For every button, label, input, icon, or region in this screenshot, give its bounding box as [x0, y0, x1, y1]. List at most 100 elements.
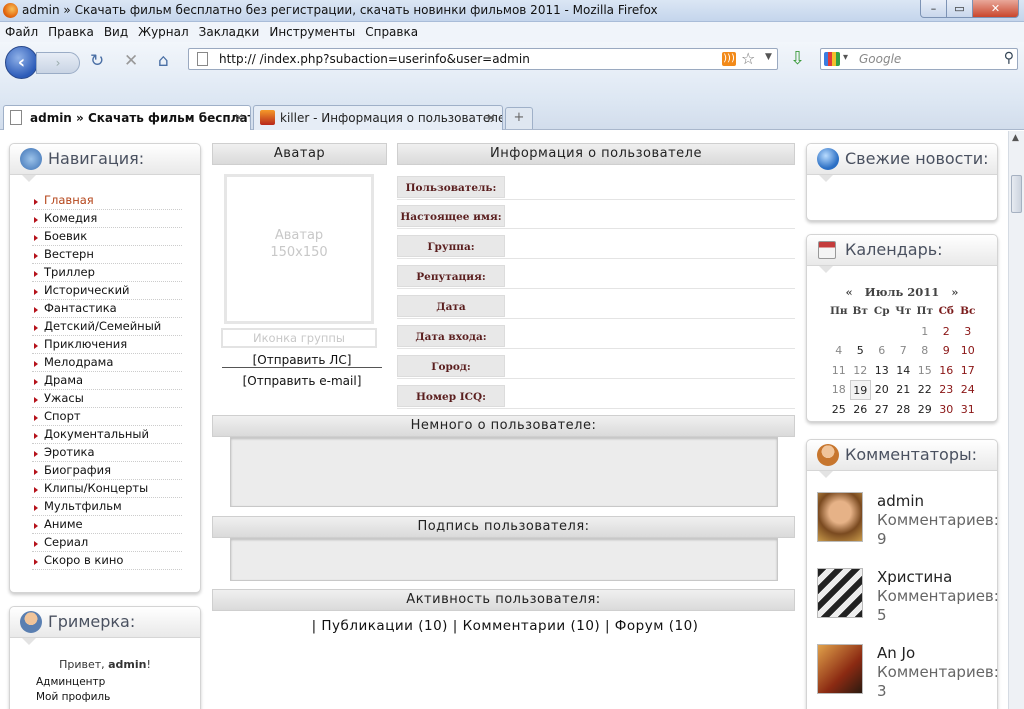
stop-icon[interactable]: ✕: [124, 51, 138, 71]
commenter-name[interactable]: admin: [877, 492, 924, 510]
back-button[interactable]: ‹: [5, 46, 38, 79]
commenter-name[interactable]: An Jo: [877, 644, 915, 662]
calendar-day[interactable]: 18: [828, 380, 850, 400]
nav-link-clips[interactable]: Клипы/Концерты: [32, 480, 182, 498]
nav-link-sport[interactable]: Спорт: [32, 408, 182, 426]
nav-link-horror[interactable]: Ужасы: [32, 390, 182, 408]
nav-link-adventure[interactable]: Приключения: [32, 336, 182, 354]
new-tab-button[interactable]: +: [505, 107, 533, 129]
calendar-day[interactable]: 5: [850, 341, 872, 361]
nav-link-thriller[interactable]: Триллер: [32, 264, 182, 282]
calendar-day[interactable]: 25: [828, 400, 850, 420]
menu-bookmarks[interactable]: Закладки: [199, 25, 260, 39]
close-window-button[interactable]: ✕: [972, 0, 1019, 18]
tab-killer[interactable]: killer - Информация о пользователе ✕: [253, 105, 503, 130]
nav-link-coming-soon[interactable]: Скоро в кино: [32, 552, 182, 570]
calendar-day[interactable]: 27: [871, 400, 893, 420]
calendar-day[interactable]: 13: [871, 361, 893, 381]
reload-icon[interactable]: ↻: [90, 51, 104, 71]
calendar-day[interactable]: 22: [914, 380, 936, 400]
nav-link-scifi[interactable]: Фантастика: [32, 300, 182, 318]
calendar-day[interactable]: 24: [957, 380, 979, 400]
calendar-day[interactable]: 20: [871, 380, 893, 400]
nav-link-historical[interactable]: Исторический: [32, 282, 182, 300]
calendar-day[interactable]: 15: [914, 361, 936, 381]
calendar-day[interactable]: 12: [850, 361, 872, 381]
maximize-button[interactable]: ▭: [946, 0, 973, 18]
calendar-day[interactable]: 19: [849, 380, 871, 400]
nav-link-action[interactable]: Боевик: [32, 228, 182, 246]
nav-link-erotica[interactable]: Эротика: [32, 444, 182, 462]
activity-header: Активность пользователя:: [212, 589, 795, 611]
calendar-next-button[interactable]: »: [951, 285, 958, 299]
send-pm-link[interactable]: [Отправить ЛС]: [222, 353, 382, 368]
activity-links[interactable]: | Публикации (10) | Комментарии (10) | Ф…: [207, 618, 803, 634]
calendar-day[interactable]: 10: [957, 341, 979, 361]
send-email-link[interactable]: [Отправить e-mail]: [222, 374, 382, 388]
commenter-item[interactable]: An Jo Комментариев: 3: [817, 644, 999, 709]
nav-link-documentary[interactable]: Документальный: [32, 426, 182, 444]
nav-link-home[interactable]: Главная: [32, 192, 182, 210]
nav-link-cartoon[interactable]: Мультфильм: [32, 498, 182, 516]
calendar-day[interactable]: 28: [893, 400, 915, 420]
rss-icon[interactable]: ))): [722, 52, 736, 66]
calendar-day[interactable]: 4: [828, 341, 850, 361]
calendar-day[interactable]: 23: [936, 380, 958, 400]
calendar-day[interactable]: 7: [893, 341, 915, 361]
nav-link-melodrama[interactable]: Мелодрама: [32, 354, 182, 372]
url-bar[interactable]: http:// /index.php?subaction=userinfo&us…: [188, 48, 778, 70]
tab-admin[interactable]: admin » Скачать фильм бесплат... ✕: [3, 105, 251, 130]
nav-link-anime[interactable]: Аниме: [32, 516, 182, 534]
calendar-day[interactable]: 26: [850, 400, 872, 420]
nav-link-western[interactable]: Вестерн: [32, 246, 182, 264]
nav-link-series[interactable]: Сериал: [32, 534, 182, 552]
url-dropdown-icon[interactable]: ▼: [765, 52, 772, 62]
menu-file[interactable]: Файл: [5, 25, 38, 39]
scroll-thumb[interactable]: [1011, 175, 1022, 213]
nav-link-comedy[interactable]: Комедия: [32, 210, 182, 228]
calendar-day[interactable]: 1: [914, 322, 936, 342]
admin-center-link[interactable]: Админцентр: [36, 675, 110, 690]
menu-view[interactable]: Вид: [104, 25, 128, 39]
calendar-day[interactable]: 17: [957, 361, 979, 381]
vertical-scrollbar[interactable]: ▲: [1008, 131, 1024, 709]
search-box[interactable]: ▾ Google ⚲: [820, 48, 1018, 70]
menu-tools[interactable]: Инструменты: [269, 25, 355, 39]
menu-edit[interactable]: Правка: [48, 25, 94, 39]
tab-close-icon[interactable]: ✕: [234, 111, 244, 125]
minimize-button[interactable]: –: [920, 0, 947, 18]
calendar-day[interactable]: 31: [957, 400, 979, 420]
url-text[interactable]: http:// /index.php?subaction=userinfo&us…: [219, 52, 530, 66]
download-icon[interactable]: ⇩: [790, 48, 805, 69]
google-icon[interactable]: [824, 52, 840, 66]
calendar-day[interactable]: 11: [828, 361, 850, 381]
menu-history[interactable]: Журнал: [138, 25, 189, 39]
commenter-item[interactable]: admin Комментариев: 9: [817, 492, 999, 562]
home-icon[interactable]: ⌂: [158, 51, 169, 71]
calendar-day[interactable]: 2: [936, 322, 958, 342]
globe-icon: [817, 148, 839, 170]
calendar-day[interactable]: 21: [893, 380, 915, 400]
calendar-day[interactable]: 9: [936, 341, 958, 361]
tab-close-icon[interactable]: ✕: [486, 111, 496, 125]
my-profile-link[interactable]: Мой профиль: [36, 690, 110, 705]
scroll-up-icon[interactable]: ▲: [1012, 133, 1019, 143]
calendar-prev-button[interactable]: «: [846, 285, 853, 299]
commenter-item[interactable]: Христина Комментариев: 5: [817, 568, 999, 638]
search-icon[interactable]: ⚲: [1004, 50, 1014, 66]
calendar-day[interactable]: 3: [957, 322, 979, 342]
search-engine-dropdown-icon[interactable]: ▾: [843, 52, 848, 63]
commenter-name[interactable]: Христина: [877, 568, 952, 586]
menu-help[interactable]: Справка: [365, 25, 418, 39]
calendar-day[interactable]: 14: [893, 361, 915, 381]
forward-button[interactable]: ›: [36, 52, 80, 74]
nav-link-biography[interactable]: Биография: [32, 462, 182, 480]
calendar-day[interactable]: 16: [936, 361, 958, 381]
bookmark-star-icon[interactable]: ☆: [741, 49, 755, 68]
nav-link-drama[interactable]: Драма: [32, 372, 182, 390]
nav-link-family[interactable]: Детский/Семейный: [32, 318, 182, 336]
calendar-day[interactable]: 6: [871, 341, 893, 361]
calendar-day[interactable]: 8: [914, 341, 936, 361]
calendar-day[interactable]: 30: [936, 400, 958, 420]
calendar-day[interactable]: 29: [914, 400, 936, 420]
